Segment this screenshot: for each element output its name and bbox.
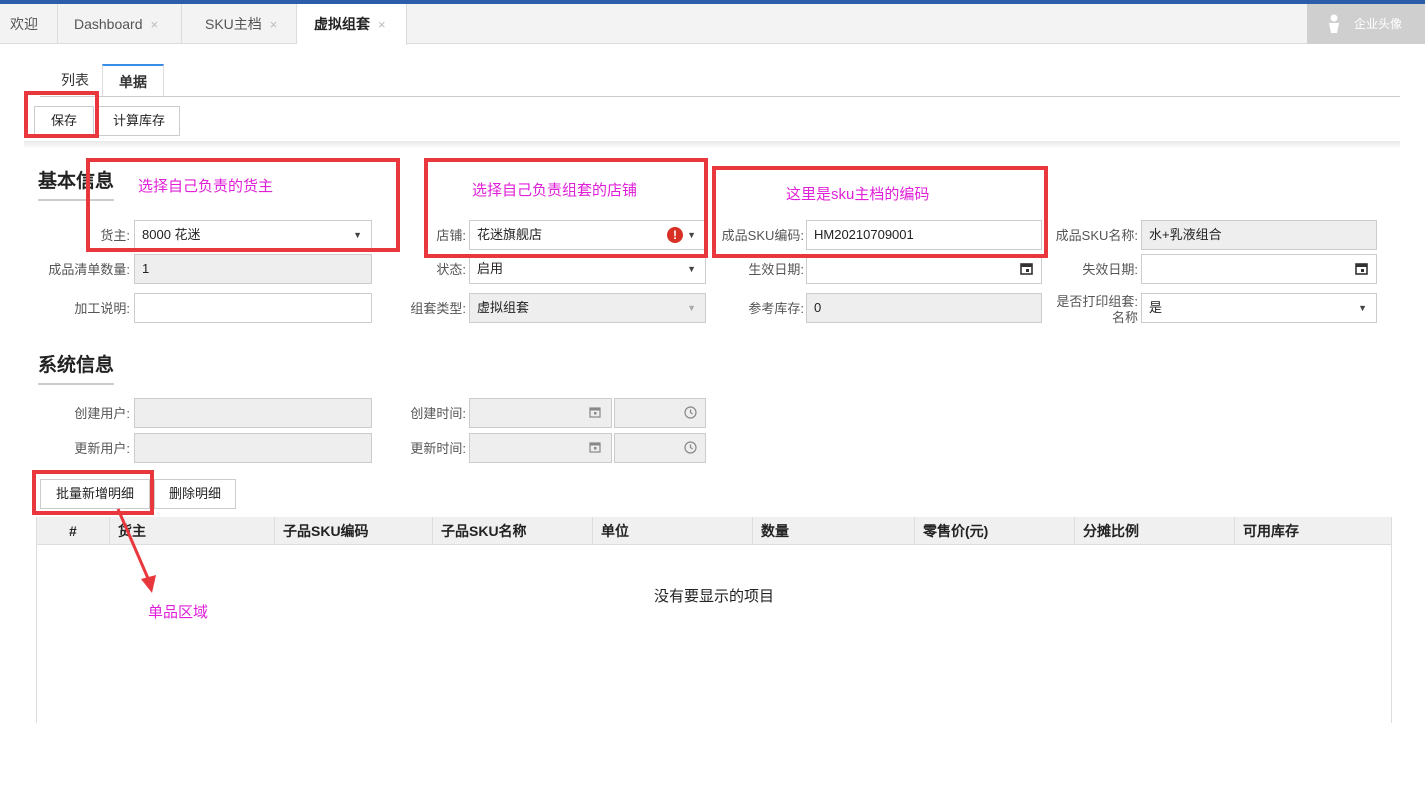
chevron-down-icon: ▼: [687, 264, 696, 274]
sku-code-input[interactable]: HM20210709001: [806, 220, 1042, 250]
process-note-label: 加工说明:: [74, 301, 130, 316]
chevron-down-icon: ▼: [353, 230, 362, 240]
tab-sku-master[interactable]: SKU主档 ×: [182, 4, 297, 44]
print-kit-name-label-line2: 名称: [1111, 310, 1138, 325]
column-header[interactable]: 分摊比例: [1074, 517, 1234, 545]
created-at-time[interactable]: [614, 398, 706, 428]
column-header[interactable]: #: [55, 517, 109, 545]
print-kit-name-label: 是否打印组套: 名称: [1040, 294, 1138, 326]
shop-select[interactable]: 花迷旗舰店 ! ▼: [469, 220, 706, 250]
owner-value: 8000 花迷: [142, 227, 201, 242]
user-icon: [1329, 14, 1339, 33]
updated-at-label: 更新时间:: [410, 441, 466, 456]
delete-detail-button[interactable]: 删除明细: [154, 479, 236, 509]
created-by-input[interactable]: [134, 398, 372, 428]
sku-name-input[interactable]: 水+乳液组合: [1141, 220, 1377, 250]
basic-info-title: 基本信息: [38, 166, 115, 201]
calendar-icon[interactable]: [589, 406, 601, 418]
annotation-shop-note: 选择自己负责组套的店铺: [472, 182, 638, 199]
chevron-down-icon: ▼: [687, 303, 696, 313]
created-at-date[interactable]: [469, 398, 612, 428]
owner-select[interactable]: 8000 花迷 ▼: [134, 220, 372, 250]
annotation-owner-note: 选择自己负责的货主: [138, 178, 274, 195]
print-kit-name-value: 是: [1149, 300, 1163, 315]
updated-by-input[interactable]: [134, 433, 372, 463]
chevron-down-icon: ▼: [687, 230, 696, 240]
shop-label: 店铺:: [436, 228, 466, 243]
bom-qty-input[interactable]: 1: [134, 254, 372, 284]
shop-value: 花迷旗舰店: [477, 227, 543, 242]
print-kit-name-label-line1: 是否打印组套:: [1056, 294, 1138, 309]
toolbar-divider: [24, 141, 1400, 149]
tab-label: 欢迎: [10, 16, 38, 32]
sku-code-label: 成品SKU编码:: [721, 228, 804, 243]
user-avatar[interactable]: 企业头像: [1307, 4, 1425, 44]
save-button[interactable]: 保存: [34, 106, 94, 136]
column-header[interactable]: 子品SKU编码: [274, 517, 432, 545]
avatar-label: 企业头像: [1354, 17, 1403, 31]
close-icon[interactable]: ×: [151, 17, 159, 32]
tab-label: 虚拟组套: [314, 16, 370, 32]
kit-type-select[interactable]: 虚拟组套 ▼: [469, 293, 706, 323]
subtab-list[interactable]: 列表: [48, 64, 102, 96]
effective-date-input[interactable]: [806, 254, 1042, 284]
created-at-label: 创建时间:: [410, 406, 466, 421]
calendar-icon[interactable]: [589, 441, 601, 453]
annotation-item-area-note: 单品区域: [148, 604, 209, 621]
kit-type-label: 组套类型:: [410, 301, 466, 316]
created-by-label: 创建用户:: [74, 406, 130, 421]
owner-label: 货主:: [100, 228, 130, 243]
updated-at-time[interactable]: [614, 433, 706, 463]
tab-welcome[interactable]: 欢迎: [0, 4, 58, 44]
expire-date-label: 失效日期:: [1082, 262, 1138, 277]
subtab-divider: [40, 96, 1400, 97]
column-header[interactable]: 数量: [752, 517, 914, 545]
process-note-input[interactable]: [134, 293, 372, 323]
tab-dashboard[interactable]: Dashboard ×: [58, 4, 182, 44]
tab-virtual-kit[interactable]: 虚拟组套 ×: [297, 4, 407, 45]
bom-qty-label: 成品清单数量:: [48, 262, 130, 277]
error-icon: !: [667, 227, 683, 243]
column-header[interactable]: 子品SKU名称: [432, 517, 592, 545]
ref-stock-input[interactable]: 0: [806, 293, 1042, 323]
annotation-arrow-icon: [116, 508, 156, 593]
expire-date-input[interactable]: [1141, 254, 1377, 284]
tab-label: SKU主档: [205, 16, 262, 32]
column-header[interactable]: 零售价(元): [914, 517, 1074, 545]
effective-date-label: 生效日期:: [748, 262, 804, 277]
calendar-icon[interactable]: [1020, 262, 1033, 275]
grid-header: # 货主 子品SKU编码 子品SKU名称 单位 数量 零售价(元) 分摊比例 可…: [37, 517, 1391, 545]
clock-icon[interactable]: [684, 441, 697, 454]
close-icon[interactable]: ×: [270, 17, 278, 32]
empty-message: 没有要显示的项目: [653, 588, 774, 605]
status-label: 状态:: [436, 262, 466, 277]
clock-icon[interactable]: [684, 406, 697, 419]
calc-stock-button[interactable]: 计算库存: [98, 106, 180, 136]
updated-by-label: 更新用户:: [74, 441, 130, 456]
chevron-down-icon: ▼: [1358, 303, 1367, 313]
tab-bar: 欢迎 Dashboard × SKU主档 × 虚拟组套 × 企业头像: [0, 4, 1425, 45]
subtab-document[interactable]: 单据: [102, 64, 164, 96]
print-kit-name-select[interactable]: 是 ▼: [1141, 293, 1377, 323]
annotation-sku-note: 这里是sku主档的编码: [786, 186, 930, 203]
kit-type-value: 虚拟组套: [477, 300, 530, 315]
status-select[interactable]: 启用 ▼: [469, 254, 706, 284]
calendar-icon[interactable]: [1355, 262, 1368, 275]
column-header[interactable]: 单位: [592, 517, 752, 545]
ref-stock-label: 参考库存:: [748, 301, 804, 316]
sku-name-label: 成品SKU名称:: [1055, 228, 1138, 243]
detail-grid: # 货主 子品SKU编码 子品SKU名称 单位 数量 零售价(元) 分摊比例 可…: [36, 517, 1392, 723]
system-info-title: 系统信息: [38, 350, 115, 385]
close-icon[interactable]: ×: [378, 17, 386, 32]
status-value: 启用: [477, 261, 504, 276]
updated-at-date[interactable]: [469, 433, 612, 463]
tab-label: Dashboard: [74, 16, 143, 32]
column-header[interactable]: 可用库存: [1234, 517, 1391, 545]
